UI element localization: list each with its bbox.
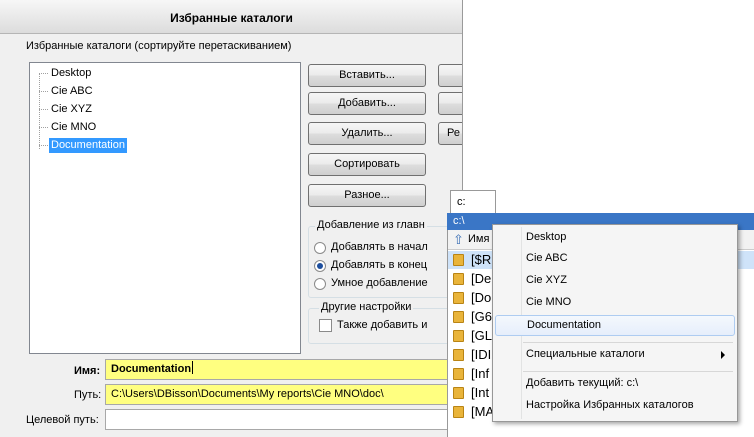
file-name: [GL (471, 328, 492, 343)
menu-item-special-folders[interactable]: Специальные каталоги (495, 345, 735, 366)
file-name: [Do (471, 290, 492, 305)
tree-item-documentation[interactable]: Documentation (30, 137, 230, 154)
folder-icon (453, 387, 464, 399)
menu-item-configure-favorites[interactable]: Настройка Избранных каталогов (495, 396, 735, 417)
menu-item-desktop[interactable]: Desktop (495, 228, 735, 249)
dialog-title-bar: Избранные каталоги (0, 0, 462, 34)
menu-item-label: Настройка Избранных каталогов (526, 399, 694, 411)
radio-add-start[interactable] (314, 242, 326, 254)
menu-item-label: Desktop (526, 231, 567, 243)
radio-add-end-label: Добавлять в конец (331, 259, 428, 271)
side-button-3[interactable]: Ре (438, 122, 462, 145)
file-name: [IDI (471, 347, 492, 362)
name-field-value: Documentation (111, 363, 192, 375)
side-button-1[interactable] (438, 64, 462, 87)
radio-add-start-label: Добавлять в начал (331, 241, 428, 253)
menu-separator (523, 342, 733, 343)
folder-icon (453, 330, 464, 342)
name-column-label: Имя (468, 233, 490, 245)
name-field[interactable]: Documentation (105, 359, 462, 380)
also-add-label: Также добавить и (337, 319, 428, 331)
menu-item-documentation[interactable]: Documentation (495, 315, 735, 336)
locked-folder-icon (453, 292, 464, 304)
menu-item-cie-mno[interactable]: Cie MNO (495, 293, 735, 314)
tree-item-cie-mno[interactable]: Cie MNO (30, 119, 230, 136)
target-path-field[interactable] (105, 409, 462, 430)
radio-add-end[interactable] (314, 260, 326, 272)
tree-item-label: Cie ABC (51, 85, 93, 97)
drive-tab[interactable]: c: (450, 190, 496, 214)
path-field[interactable]: C:\Users\DBisson\Documents\My reports\Ci… (105, 384, 462, 405)
menu-item-label: Documentation (527, 319, 601, 331)
radio-smart-add[interactable] (314, 278, 326, 290)
menu-item-add-current[interactable]: Добавить текущий: c:\ (495, 374, 735, 395)
favorites-context-menu: Desktop Cie ABC Cie XYZ Cie MNO Document… (492, 224, 738, 422)
tree-item-label: Documentation (49, 138, 127, 153)
add-mode-caption: Добавление из главн (315, 219, 427, 231)
target-path-label: Целевой путь: (26, 414, 99, 426)
submenu-arrow-icon (721, 351, 725, 359)
delete-button[interactable]: Удалить... (308, 122, 426, 145)
menu-item-label: Cie ABC (526, 252, 568, 264)
text-caret (192, 361, 194, 374)
folder-icon (453, 368, 464, 380)
file-name: [Inf (471, 366, 490, 381)
other-settings-caption: Другие настройки (319, 301, 414, 313)
menu-item-label: Специальные каталоги (526, 348, 645, 360)
file-name: [De (471, 271, 492, 286)
menu-item-label: Добавить текущий: c:\ (526, 377, 639, 389)
tree-item-cie-abc[interactable]: Cie ABC (30, 83, 230, 100)
tree-item-label: Desktop (51, 67, 92, 79)
menu-separator (523, 371, 733, 372)
path-label: Путь: (74, 389, 102, 401)
folder-icon (453, 311, 464, 323)
add-button[interactable]: Добавить... (308, 92, 426, 115)
favorites-dialog: Избранные каталоги Избранные каталоги (с… (0, 0, 463, 437)
favorites-tree[interactable]: Desktop Cie ABC Cie XYZ Cie MNO Document… (29, 62, 301, 354)
folder-icon (453, 254, 464, 266)
misc-button[interactable]: Разное... (308, 184, 426, 207)
radio-smart-add-label: Умное добавление (331, 277, 428, 289)
sort-button[interactable]: Сортировать (308, 153, 426, 176)
tree-item-label: Cie XYZ (51, 103, 92, 115)
file-name: [Int (471, 385, 490, 400)
menu-item-label: Cie XYZ (526, 274, 567, 286)
menu-item-label: Cie MNO (526, 296, 572, 308)
insert-button[interactable]: Вставить... (308, 64, 426, 87)
sort-up-arrow-icon: ⇧ (453, 232, 464, 247)
folder-icon (453, 273, 464, 285)
folder-icon (453, 349, 464, 361)
dialog-title: Избранные каталоги (170, 11, 293, 25)
tree-item-label: Cie MNO (51, 121, 97, 133)
side-button-2[interactable] (438, 92, 462, 115)
folder-icon (453, 406, 464, 418)
menu-item-cie-abc[interactable]: Cie ABC (495, 249, 735, 270)
file-name: [$R (471, 252, 492, 267)
file-name: [G6 (471, 309, 492, 324)
menu-item-cie-xyz[interactable]: Cie XYZ (495, 271, 735, 292)
tree-item-desktop[interactable]: Desktop (30, 65, 230, 82)
favorites-group-caption: Избранные каталоги (сортируйте перетаски… (26, 40, 292, 52)
tree-item-cie-xyz[interactable]: Cie XYZ (30, 101, 230, 118)
name-label: Имя: (74, 365, 101, 377)
also-add-checkbox[interactable] (319, 319, 332, 332)
